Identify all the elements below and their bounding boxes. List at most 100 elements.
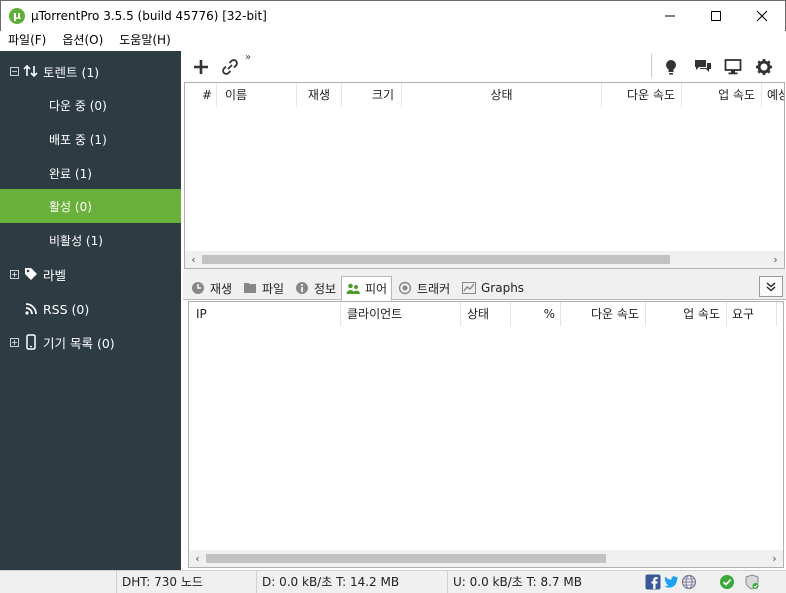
clock-icon — [191, 281, 205, 295]
column-header-name[interactable]: 이름 — [217, 83, 297, 107]
peer-list[interactable]: IP 클라이언트 상태 % 다운 속도 업 속도 요구 ‹ › — [188, 301, 784, 568]
sidebar-item-active[interactable]: 활성 (0) — [0, 189, 181, 223]
column-header-percent[interactable]: % — [511, 302, 561, 326]
link-icon — [222, 59, 238, 75]
column-header-ip[interactable]: IP — [189, 302, 341, 326]
menu-bar: 파일(F) 옵션(O) 도움말(H) — [0, 31, 786, 50]
chat-bubbles-icon — [695, 60, 711, 72]
sidebar-label-rss: RSS (0) — [43, 301, 90, 317]
minimize-button[interactable] — [647, 1, 693, 31]
column-header-peer-status[interactable]: 상태 — [461, 302, 511, 326]
torrent-list[interactable]: # 이름 재생 크기 상태 다운 속도 업 속도 예상 ‹ › — [184, 82, 785, 269]
tab-files[interactable]: 파일 — [239, 276, 288, 300]
feature-tips-button[interactable] — [659, 55, 683, 79]
column-header-play[interactable]: 재생 — [297, 83, 342, 107]
category-sidebar: − 토렌트 (1) 다운 중 (0) 배포 중 (1) 완료 (1) 활성 (0… — [0, 51, 181, 570]
upload-status[interactable]: U: 0.0 kB/초 T: 8.7 MB — [447, 571, 637, 593]
tab-label: 피어 — [365, 282, 388, 296]
up-down-arrows-icon — [23, 63, 39, 79]
chat-button[interactable] — [691, 55, 715, 79]
info-icon — [295, 281, 309, 295]
menu-help[interactable]: 도움말(H) — [111, 31, 179, 50]
preferences-button[interactable] — [752, 55, 776, 79]
sidebar-label-seeding: 배포 중 (1) — [49, 132, 107, 147]
sidebar-item-seeding[interactable]: 배포 중 (1) — [0, 122, 181, 156]
scroll-left-icon[interactable]: ‹ — [185, 251, 202, 268]
tab-label: Graphs — [481, 281, 525, 295]
sidebar-item-torrents[interactable]: − 토렌트 (1) — [0, 54, 181, 88]
plus-icon — [194, 60, 208, 74]
double-chevron-down-icon — [766, 281, 776, 291]
sidebar-label-downloading: 다운 중 (0) — [49, 98, 107, 113]
sidebar-item-rss[interactable]: RSS (0) — [0, 292, 181, 326]
column-header-down-speed[interactable]: 다운 속도 — [602, 83, 682, 107]
maximize-button[interactable] — [693, 1, 739, 31]
tab-graphs[interactable]: Graphs — [458, 276, 528, 300]
sidebar-item-completed[interactable]: 완료 (1) — [0, 156, 181, 190]
scrollbar-thumb[interactable] — [206, 554, 606, 563]
add-url-button[interactable] — [218, 55, 242, 79]
phone-icon — [23, 334, 39, 350]
shield-icon[interactable] — [744, 574, 760, 590]
torrent-list-scrollbar[interactable]: ‹ › — [185, 251, 784, 268]
expand-icon[interactable]: + — [10, 269, 19, 279]
add-torrent-button[interactable] — [189, 55, 213, 79]
tab-trackers[interactable]: 트래커 — [394, 276, 454, 300]
tag-icon — [23, 266, 39, 282]
peer-list-scrollbar[interactable]: ‹ › — [189, 550, 783, 567]
column-header-peer-up-speed[interactable]: 업 속도 — [646, 302, 727, 326]
close-button[interactable] — [739, 1, 785, 31]
monitor-icon — [724, 59, 742, 75]
menu-options[interactable]: 옵션(O) — [54, 31, 111, 50]
scroll-right-icon[interactable]: › — [766, 550, 783, 567]
column-header-peer-down-speed[interactable]: 다운 속도 — [561, 302, 646, 326]
graph-icon — [462, 281, 476, 295]
tab-info[interactable]: 정보 — [291, 276, 340, 300]
scroll-right-icon[interactable]: › — [767, 251, 784, 268]
column-header-client[interactable]: 클라이언트 — [341, 302, 461, 326]
sidebar-label-active: 활성 (0) — [49, 199, 92, 214]
sidebar-label-devices: 기기 목록 (0) — [43, 335, 115, 351]
sidebar-label-labels: 라벨 — [43, 267, 67, 283]
toolbar-overflow-icon[interactable]: » — [245, 52, 251, 63]
menu-file[interactable]: 파일(F) — [0, 31, 54, 50]
sidebar-item-inactive[interactable]: 비활성 (1) — [0, 223, 181, 257]
sidebar-item-devices[interactable]: + 기기 목록 (0) — [0, 325, 181, 359]
column-header-number[interactable]: # — [185, 83, 217, 107]
column-header-eta[interactable]: 예상 — [762, 83, 784, 107]
sidebar-item-labels[interactable]: + 라벨 — [0, 257, 181, 291]
expand-icon[interactable]: + — [10, 337, 19, 347]
tab-peers[interactable]: 피어 — [341, 276, 393, 301]
collapse-detail-button[interactable] — [759, 276, 783, 297]
detail-tab-bar: 재생 파일 정보 피어 트래커 Graphs — [183, 274, 786, 301]
tab-label: 트래커 — [417, 281, 451, 296]
collapse-icon[interactable]: − — [10, 66, 19, 76]
sidebar-label-completed: 완료 (1) — [49, 166, 92, 181]
twitter-icon[interactable] — [663, 574, 679, 590]
lightbulb-icon — [666, 60, 676, 75]
tab-play[interactable]: 재생 — [187, 276, 236, 300]
download-status[interactable]: D: 0.0 kB/초 T: 14.2 MB — [256, 571, 446, 593]
column-header-status[interactable]: 상태 — [402, 83, 602, 107]
tab-label: 정보 — [314, 281, 337, 296]
column-header-size[interactable]: 크기 — [342, 83, 402, 107]
rss-icon — [23, 301, 39, 317]
dht-status[interactable]: DHT: 730 노드 — [116, 571, 256, 593]
sidebar-label-inactive: 비활성 (1) — [49, 233, 103, 248]
folder-icon — [243, 281, 257, 295]
tab-label: 파일 — [262, 281, 285, 296]
scrollbar-thumb[interactable] — [202, 255, 670, 264]
facebook-icon[interactable] — [645, 574, 661, 590]
utorrent-logo-icon: µ — [9, 8, 25, 24]
remote-button[interactable] — [721, 55, 745, 79]
globe-icon[interactable] — [681, 574, 697, 590]
column-header-up-speed[interactable]: 업 속도 — [682, 83, 762, 107]
sidebar-item-downloading[interactable]: 다운 중 (0) — [0, 88, 181, 122]
network-ok-icon[interactable] — [719, 574, 735, 590]
gear-icon — [756, 59, 772, 75]
column-header-requests[interactable]: 요구 — [727, 302, 777, 326]
scroll-left-icon[interactable]: ‹ — [189, 550, 206, 567]
toolbar-separator — [651, 54, 652, 78]
close-icon — [756, 10, 768, 22]
main-toolbar: » — [183, 51, 786, 81]
